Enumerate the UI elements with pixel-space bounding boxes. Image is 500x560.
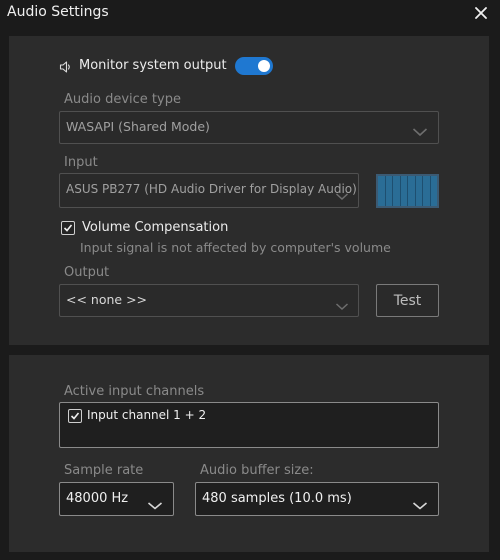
meter-segment	[431, 176, 438, 206]
sample-rate-label: Sample rate	[64, 463, 144, 478]
buffer-size-value: 480 samples (10.0 ms)	[202, 491, 352, 506]
buffer-size-select[interactable]: 480 samples (10.0 ms)	[195, 482, 439, 516]
speaker-icon	[59, 59, 73, 78]
meter-segment	[423, 176, 431, 206]
volume-compensation-hint: Input signal is not affected by computer…	[80, 240, 391, 255]
close-icon[interactable]	[470, 2, 492, 24]
test-button[interactable]: Test	[376, 284, 439, 317]
meter-segment	[408, 176, 416, 206]
monitor-toggle[interactable]	[235, 57, 273, 75]
device-type-value: WASAPI (Shared Mode)	[66, 119, 210, 134]
toggle-knob	[258, 60, 270, 72]
meter-segment	[416, 176, 423, 206]
input-value: ASUS PB277 (HD Audio Driver for Display …	[66, 182, 357, 196]
active-channels-label: Active input channels	[64, 384, 205, 399]
chevron-down-icon	[335, 186, 349, 205]
window-title: Audio Settings	[7, 4, 109, 20]
chevron-down-icon	[412, 495, 428, 514]
meter-segment	[378, 176, 386, 206]
volume-compensation-label: Volume Compensation	[82, 220, 229, 235]
channel-checkbox[interactable]	[68, 409, 82, 423]
chevron-down-icon	[335, 296, 349, 315]
checkmark-icon	[70, 412, 80, 420]
title-bar: Audio Settings	[0, 0, 500, 27]
output-value: << none >>	[66, 292, 148, 307]
input-level-meter	[376, 174, 439, 208]
output-select[interactable]: << none >>	[59, 284, 359, 317]
sample-rate-select[interactable]: 48000 Hz	[59, 482, 174, 516]
output-label: Output	[64, 265, 110, 280]
meter-segment	[386, 176, 393, 206]
sample-rate-value: 48000 Hz	[66, 491, 129, 506]
device-type-label: Audio device type	[64, 92, 181, 107]
buffer-size-label: Audio buffer size:	[200, 463, 314, 478]
channels-list: Input channel 1 + 2	[59, 402, 439, 448]
chevron-down-icon	[147, 495, 163, 514]
device-settings-panel: Monitor system output Audio device type …	[9, 36, 489, 345]
channel-settings-panel: Active input channels Input channel 1 + …	[9, 355, 489, 552]
volume-compensation-checkbox[interactable]	[61, 221, 75, 235]
meter-segment	[393, 176, 401, 206]
monitor-label: Monitor system output	[79, 58, 227, 73]
chevron-down-icon	[412, 122, 428, 141]
checkmark-icon	[63, 224, 73, 232]
meter-segment	[401, 176, 408, 206]
device-type-select[interactable]: WASAPI (Shared Mode)	[59, 111, 439, 144]
input-select[interactable]: ASUS PB277 (HD Audio Driver for Display …	[59, 173, 359, 208]
channel-label: Input channel 1 + 2	[87, 408, 207, 422]
input-label: Input	[64, 155, 98, 170]
